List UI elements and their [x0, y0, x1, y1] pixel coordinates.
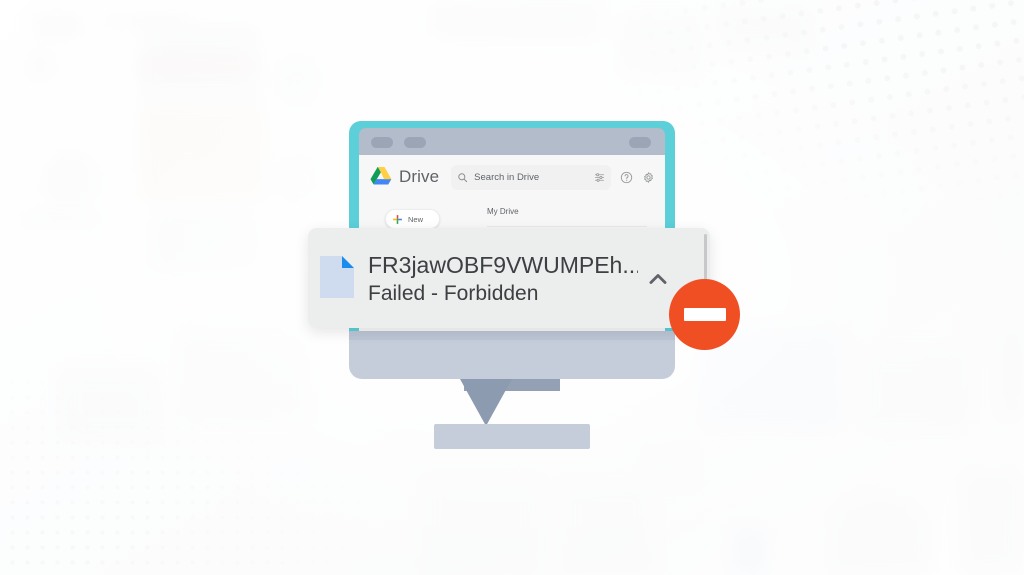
- gear-icon[interactable]: [642, 171, 655, 184]
- window-control-dot-3[interactable]: [629, 137, 651, 148]
- chevron-up-icon[interactable]: [645, 266, 671, 292]
- monitor-body: [349, 331, 675, 379]
- search-placeholder: Search in Drive: [474, 171, 540, 183]
- window-control-dot-2[interactable]: [404, 137, 426, 148]
- tune-icon[interactable]: [594, 172, 605, 183]
- drive-wordmark: Drive: [399, 167, 440, 186]
- toast-text-group: FR3jawOBF9VWUMPEh... Failed - Forbidden: [368, 250, 638, 308]
- window-control-dot-1[interactable]: [371, 137, 393, 148]
- plus-icon: [393, 214, 402, 224]
- toast-status-text: Failed - Forbidden: [368, 282, 539, 305]
- google-drive-logo: [370, 167, 392, 185]
- forbidden-badge: [669, 279, 740, 350]
- document-icon: [320, 256, 354, 298]
- forbidden-bar-icon: [683, 308, 726, 321]
- breadcrumb[interactable]: My Drive: [487, 207, 519, 216]
- drive-toolbar: Drive Search in Drive: [359, 155, 665, 199]
- new-button-label: New: [408, 214, 424, 224]
- browser-titlebar: [359, 128, 665, 155]
- breadcrumb-divider: [487, 226, 647, 227]
- new-button[interactable]: New: [385, 209, 440, 229]
- monitor-stand-base: [434, 424, 590, 449]
- monitor-body-shade: [349, 331, 675, 340]
- search-icon: [458, 172, 468, 182]
- monitor-stand-neck: [460, 379, 512, 426]
- search-input[interactable]: Search in Drive: [451, 164, 611, 190]
- toast-file-name: FR3jawOBF9VWUMPEh...: [368, 252, 638, 278]
- help-circle-icon[interactable]: [620, 171, 633, 184]
